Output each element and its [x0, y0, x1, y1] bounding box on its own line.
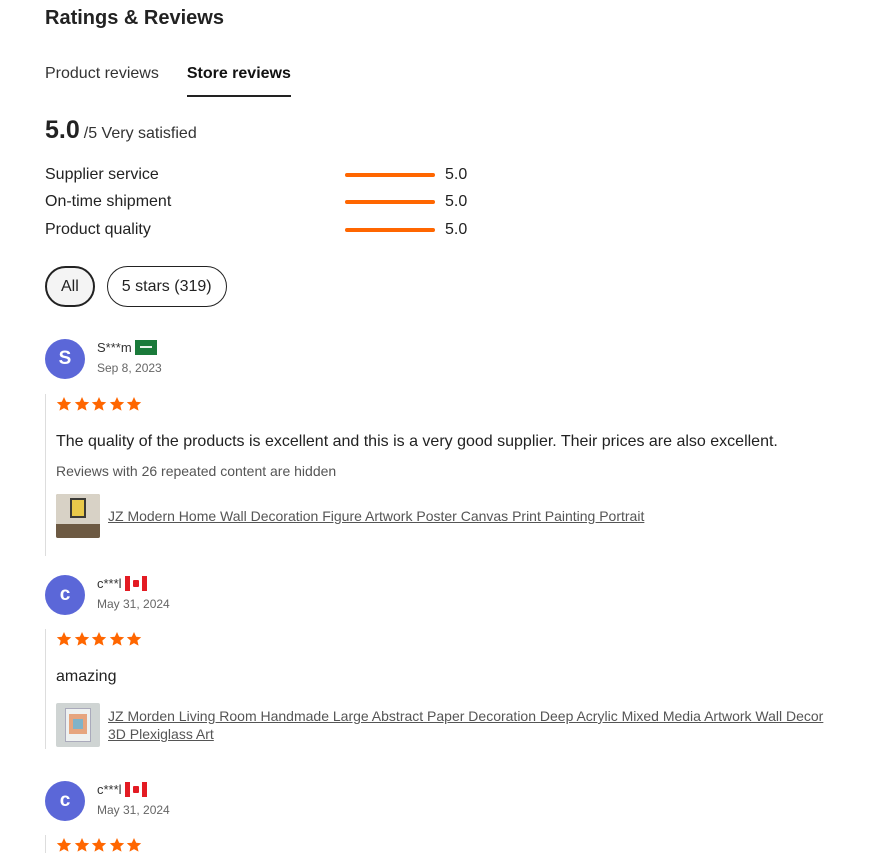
review-text: The quality of the products is excellent…	[56, 433, 778, 450]
star-icon	[74, 838, 89, 852]
metric-bar-fill	[345, 200, 435, 204]
reviewed-product: JZ Modern Home Wall Decoration Figure Ar…	[56, 494, 845, 538]
review-date: May 31, 2024	[97, 597, 170, 611]
star-icon	[126, 397, 142, 411]
product-thumbnail[interactable]	[56, 494, 100, 538]
reviewed-product: JZ Morden Living Room Handmade Large Abs…	[56, 703, 845, 747]
star-icon	[74, 397, 89, 411]
star-icon	[126, 632, 142, 646]
reviewer-name-text: c***l	[97, 782, 122, 797]
metric-product-quality: Product quality 5.0	[45, 219, 485, 241]
metric-value: 5.0	[445, 166, 468, 183]
star-icon	[109, 838, 124, 852]
star-icon	[91, 397, 107, 411]
avatar: c	[45, 575, 85, 615]
metric-supplier-service: Supplier service 5.0	[45, 164, 485, 186]
canada-flag-icon	[124, 576, 147, 591]
score-value: 5.0	[45, 116, 80, 144]
metric-bar-fill	[345, 228, 435, 232]
reviewer-name-text: S***m	[97, 340, 132, 355]
metric-label: Product quality	[45, 221, 151, 238]
metric-label: On-time shipment	[45, 193, 172, 210]
star-icon	[91, 632, 107, 646]
star-icon	[126, 838, 142, 852]
star-icon	[91, 838, 107, 852]
star-icon	[56, 632, 72, 646]
filter-all-chip[interactable]: All	[45, 266, 95, 307]
filter-5-stars-chip[interactable]: 5 stars (319)	[106, 266, 227, 307]
review-body: The quality of the products is excellent…	[45, 394, 845, 556]
star-icon	[56, 838, 72, 852]
reviewer-name: c***l	[97, 576, 147, 591]
metric-value: 5.0	[445, 193, 468, 210]
overall-score: 5.0 /5 Very satisfied	[45, 116, 197, 145]
review-body: amazing JZ Morden Living Room Handmade L…	[45, 629, 845, 749]
metric-label: Supplier service	[45, 166, 159, 183]
metric-bar	[345, 200, 435, 204]
metric-bar-fill	[345, 173, 435, 177]
review-item: c c***l May 31, 2024	[45, 781, 845, 853]
metric-value: 5.0	[445, 221, 468, 238]
review-text: amazing	[56, 668, 117, 685]
section-title: Ratings & Reviews	[45, 7, 224, 29]
review-item: c c***l May 31, 2024 amazing JZ Morden L…	[45, 575, 845, 749]
star-icon	[109, 632, 124, 646]
review-item: S S***m Sep 8, 2023 The quality of the p…	[45, 339, 845, 556]
review-tabs: Product reviews Store reviews	[45, 64, 319, 98]
hidden-reviews-note: Reviews with 26 repeated content are hid…	[56, 463, 337, 479]
tab-product-reviews[interactable]: Product reviews	[45, 64, 159, 97]
product-thumbnail[interactable]	[56, 703, 100, 747]
metric-on-time-shipment: On-time shipment 5.0	[45, 191, 485, 213]
product-link[interactable]: JZ Morden Living Room Handmade Large Abs…	[108, 707, 838, 743]
metric-bar	[345, 173, 435, 177]
star-rating	[56, 629, 845, 649]
review-date: May 31, 2024	[97, 803, 170, 817]
product-link[interactable]: JZ Modern Home Wall Decoration Figure Ar…	[108, 507, 644, 525]
reviewer-name-text: c***l	[97, 576, 122, 591]
canada-flag-icon	[124, 782, 147, 797]
rating-filters: All 5 stars (319)	[45, 266, 239, 307]
reviewer-name: S***m	[97, 340, 157, 355]
star-rating	[56, 835, 845, 853]
reviewer-name: c***l	[97, 782, 147, 797]
star-rating	[56, 394, 845, 414]
review-body	[45, 835, 845, 853]
avatar: S	[45, 339, 85, 379]
review-header: c c***l May 31, 2024	[45, 781, 845, 827]
star-icon	[56, 397, 72, 411]
star-icon	[74, 632, 89, 646]
review-date: Sep 8, 2023	[97, 361, 162, 375]
star-icon	[109, 397, 124, 411]
tab-store-reviews[interactable]: Store reviews	[186, 64, 291, 97]
score-scale-text: /5 Very satisfied	[83, 125, 197, 142]
avatar: c	[45, 781, 85, 821]
saudi-arabia-flag-icon	[134, 340, 157, 355]
review-header: c c***l May 31, 2024	[45, 575, 845, 621]
metric-bar	[345, 228, 435, 232]
review-header: S S***m Sep 8, 2023	[45, 339, 845, 385]
